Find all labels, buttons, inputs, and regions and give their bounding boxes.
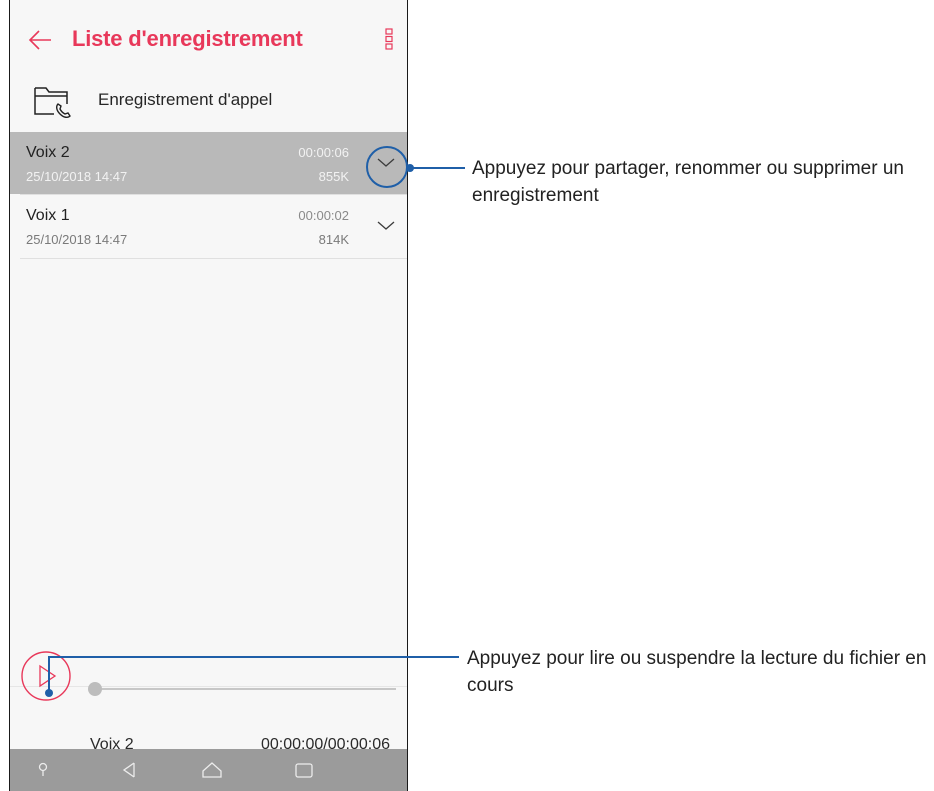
divider (20, 258, 407, 259)
callout-circle (366, 146, 408, 188)
recording-name: Voix 1 (26, 207, 70, 224)
recording-name: Voix 2 (26, 144, 70, 161)
recording-date: 25/10/2018 14:47 (26, 169, 128, 184)
callout-line (49, 656, 459, 658)
chevron-down-icon[interactable] (372, 211, 400, 239)
more-vert-icon[interactable] (384, 26, 394, 52)
arrow-left-icon[interactable] (26, 26, 54, 54)
recording-size: 855K (318, 169, 349, 184)
callout-dot (406, 164, 414, 172)
folder-label: Enregistrement d'appel (98, 90, 273, 109)
recording-item-voix-2[interactable]: Voix 2 25/10/2018 14:47 00:00:06 855K (10, 132, 407, 194)
recording-duration: 00:00:02 (298, 208, 349, 223)
callout-share-text: Appuyez pour partager, renommer ou suppr… (472, 158, 904, 206)
call-recording-folder[interactable]: Enregistrement d'appel (10, 76, 407, 130)
page-title: Liste d'enregistrement (72, 26, 303, 51)
callout-dot (45, 689, 53, 697)
callout-play-text: Appuyez pour lire ou suspendre la lectur… (467, 648, 927, 696)
back-triangle-icon[interactable] (118, 759, 140, 781)
home-icon[interactable] (201, 759, 223, 781)
recording-duration: 00:00:06 (298, 145, 349, 160)
call-folder-icon (34, 87, 71, 119)
recording-date: 25/10/2018 14:47 (26, 232, 128, 247)
navigation-bar (10, 749, 407, 791)
recording-item-voix-1[interactable]: Voix 1 25/10/2018 14:47 00:00:02 814K (10, 195, 407, 257)
recents-icon[interactable] (293, 759, 315, 781)
app-bar: Liste d'enregistrement (10, 0, 407, 80)
callout-line (409, 167, 465, 169)
phone-screen: Liste d'enregistrement Enregistrement d'… (9, 0, 408, 791)
progress-track[interactable] (96, 688, 396, 690)
callout-line (48, 656, 50, 692)
recording-size: 814K (318, 232, 349, 247)
pin-icon[interactable] (32, 759, 54, 781)
progress-thumb[interactable] (88, 682, 102, 696)
